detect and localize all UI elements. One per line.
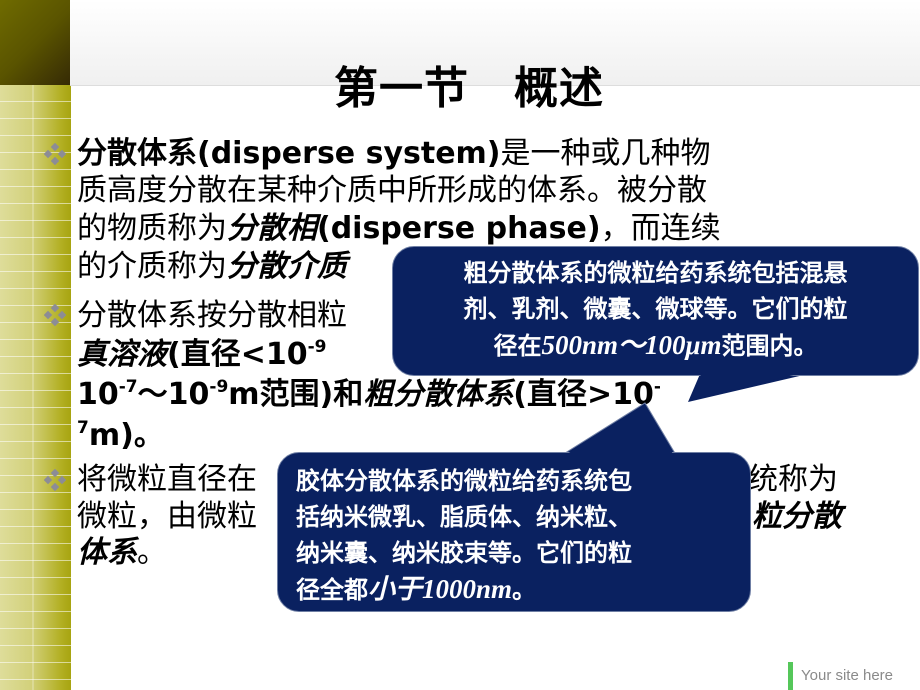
callout2-tail-cover bbox=[564, 405, 674, 456]
callout2-tail-fill bbox=[564, 405, 674, 456]
footer-text: Your site here bbox=[801, 667, 894, 684]
slide: 第一节 概述 分散体系(disperse system)是一种或几种物 质高度分… bbox=[0, 0, 920, 690]
footer-accent bbox=[788, 662, 793, 690]
